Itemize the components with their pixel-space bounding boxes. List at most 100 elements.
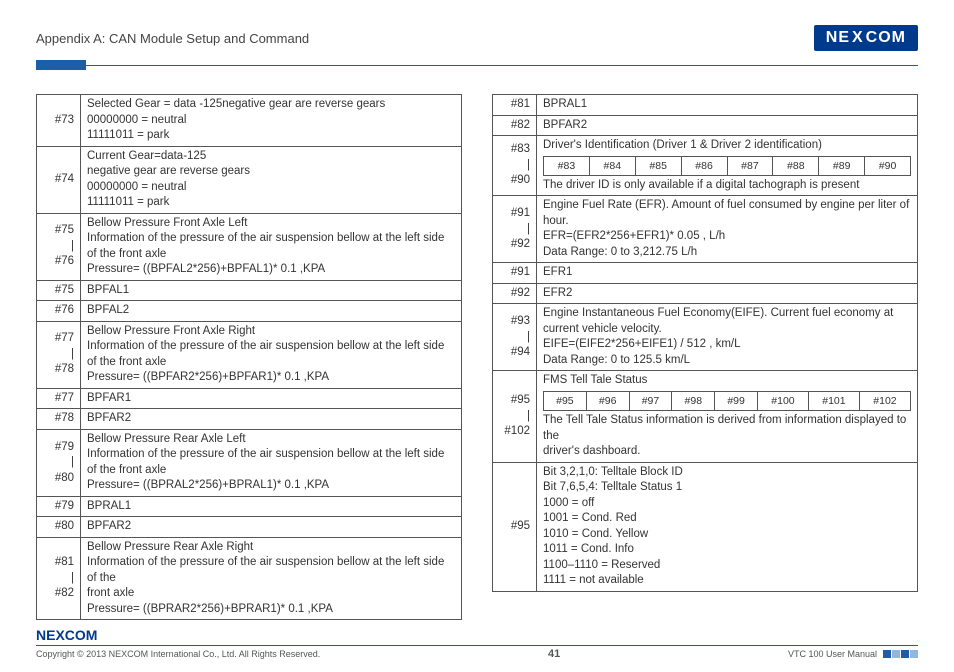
table-row: #75 | #76Bellow Pressure Front Axle Left… (37, 213, 462, 280)
row-index: #80 (37, 517, 81, 538)
sub-cell: #98 (672, 391, 715, 410)
table-row: #83 | #90 Driver's Identification (Driver… (493, 136, 918, 196)
table-row: #79BPRAL1 (37, 496, 462, 517)
row-desc: BPRAL1 (81, 496, 462, 517)
sub-cell: #102 (859, 391, 910, 410)
row-index: #76 (37, 301, 81, 322)
sub-cell: #86 (681, 156, 727, 175)
sub-cell: #99 (715, 391, 758, 410)
table-row: #93 | #94Engine Instantaneous Fuel Econo… (493, 304, 918, 371)
row-index: #79 | #80 (37, 429, 81, 496)
row-index: #91 | #92 (493, 196, 537, 263)
row-index: #78 (37, 409, 81, 430)
sub-cell: #83 (544, 156, 590, 175)
table-row: #92EFR2 (493, 283, 918, 304)
left-column: #73Selected Gear = data -125negative gea… (36, 94, 462, 620)
table-row: #74Current Gear=data-125 negative gear a… (37, 146, 462, 213)
table-row: #80BPFAR2 (37, 517, 462, 538)
row-desc: BPFAR1 (81, 388, 462, 409)
sub-cell: #97 (629, 391, 672, 410)
footer-rule (36, 645, 918, 646)
row-title: FMS Tell Tale Status (543, 373, 911, 389)
row-desc: Bellow Pressure Front Axle Left Informat… (81, 213, 462, 280)
table-row: #91 | #92Engine Fuel Rate (EFR). Amount … (493, 196, 918, 263)
row-desc: BPFAL1 (81, 280, 462, 301)
row-desc: BPFAR2 (537, 115, 918, 136)
row-desc: EFR2 (537, 283, 918, 304)
sub-cell: #101 (808, 391, 859, 410)
row-desc: BPFAR2 (81, 517, 462, 538)
row-desc: BPFAL2 (81, 301, 462, 322)
table-row: #77 | #78Bellow Pressure Front Axle Righ… (37, 321, 462, 388)
row-index: #74 (37, 146, 81, 213)
sub-cell: #89 (819, 156, 865, 175)
sub-cell: #90 (865, 156, 911, 175)
row-desc: Driver's Identification (Driver 1 & Driv… (537, 136, 918, 196)
page-number: 41 (548, 648, 560, 660)
logo-x-icon: X (852, 29, 864, 47)
row-desc: Engine Fuel Rate (EFR). Amount of fuel c… (537, 196, 918, 263)
sub-cell: #95 (544, 391, 587, 410)
row-note: The Tell Tale Status information is deri… (543, 413, 911, 460)
sub-cell: #88 (773, 156, 819, 175)
row-desc: Bellow Pressure Rear Axle Right Informat… (81, 537, 462, 620)
row-desc: Bellow Pressure Rear Axle Left Informati… (81, 429, 462, 496)
logo-text2: COM (866, 29, 906, 47)
sub-table: #95#96#97#98#99#100#101#102 (543, 391, 911, 411)
table-row: #76BPFAL2 (37, 301, 462, 322)
row-index: #77 | #78 (37, 321, 81, 388)
content-columns: #73Selected Gear = data -125negative gea… (36, 94, 918, 620)
footer-squares-icon (883, 650, 918, 658)
header-rule-line (86, 65, 918, 66)
table-row: #75BPFAL1 (37, 280, 462, 301)
row-index: #91 (493, 263, 537, 284)
manual-name: VTC 100 User Manual (788, 649, 877, 659)
header-rule (36, 60, 918, 70)
logo: NEXCOM (814, 25, 918, 51)
row-index: #95 (493, 462, 537, 591)
table-row: #95Bit 3,2,1,0: Telltale Block ID Bit 7,… (493, 462, 918, 591)
row-index: #92 (493, 283, 537, 304)
row-index: #82 (493, 115, 537, 136)
table-row: #91EFR1 (493, 263, 918, 284)
row-index: #73 (37, 95, 81, 147)
row-index: #79 (37, 496, 81, 517)
header-rule-accent (36, 60, 86, 70)
right-table: #81BPRAL1#82BPFAR2#83 | #90 Driver's Iden… (492, 94, 918, 592)
page-footer: NEXCOM Copyright © 2013 NEXCOM Internati… (36, 627, 918, 660)
row-note: The driver ID is only available if a dig… (543, 178, 911, 194)
row-desc: EFR1 (537, 263, 918, 284)
sub-cell: #85 (635, 156, 681, 175)
footer-logo: NEXCOM (36, 627, 918, 643)
left-table: #73Selected Gear = data -125negative gea… (36, 94, 462, 620)
copyright-text: Copyright © 2013 NEXCOM International Co… (36, 649, 320, 659)
table-row: #77BPFAR1 (37, 388, 462, 409)
logo-text: NE (826, 29, 850, 47)
table-row: #82BPFAR2 (493, 115, 918, 136)
row-desc: Current Gear=data-125 negative gear are … (81, 146, 462, 213)
row-desc: BPFAR2 (81, 409, 462, 430)
footer-logo-text: NEXCOM (36, 627, 97, 643)
sub-cell: #96 (586, 391, 629, 410)
row-index: #75 (37, 280, 81, 301)
row-index: #81 | #82 (37, 537, 81, 620)
table-row: #81BPRAL1 (493, 95, 918, 116)
row-index: #75 | #76 (37, 213, 81, 280)
sub-cell: #84 (589, 156, 635, 175)
row-index: #83 | #90 (493, 136, 537, 196)
sub-table: #83#84#85#86#87#88#89#90 (543, 156, 911, 176)
page-header: Appendix A: CAN Module Setup and Command… (36, 20, 918, 56)
row-desc: Engine Instantaneous Fuel Economy(EIFE).… (537, 304, 918, 371)
row-title: Driver's Identification (Driver 1 & Driv… (543, 138, 911, 154)
row-index: #95 | #102 (493, 371, 537, 462)
sub-cell: #87 (727, 156, 773, 175)
row-desc: Selected Gear = data -125negative gear a… (81, 95, 462, 147)
table-row: #95 | #102FMS Tell Tale Status#95#96#97#… (493, 371, 918, 462)
sub-cell: #100 (757, 391, 808, 410)
table-row: #79 | #80Bellow Pressure Rear Axle Left … (37, 429, 462, 496)
row-index: #77 (37, 388, 81, 409)
row-desc: Bellow Pressure Front Axle Right Informa… (81, 321, 462, 388)
table-row: #73Selected Gear = data -125negative gea… (37, 95, 462, 147)
table-row: #78BPFAR2 (37, 409, 462, 430)
row-index: #93 | #94 (493, 304, 537, 371)
